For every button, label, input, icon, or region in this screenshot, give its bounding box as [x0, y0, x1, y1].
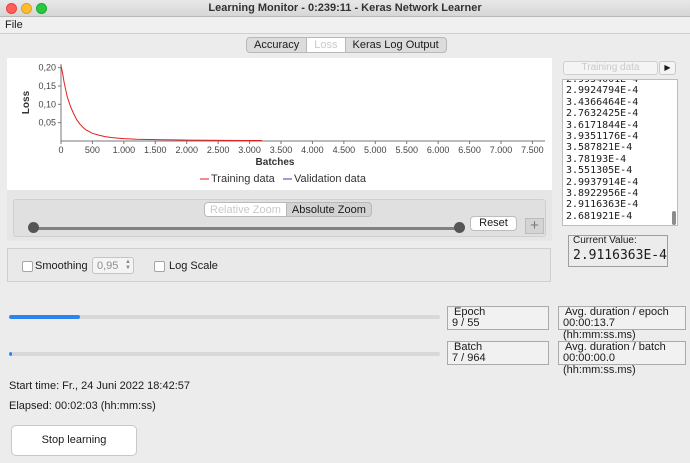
smoothing-value: 0,95 [97, 260, 119, 272]
value-log-list[interactable]: 2.9954001E-4 2.9924794E-4 3.4366464E-4 2.76… [562, 79, 678, 226]
zoom-area: Relative Zoom Absolute Zoom [7, 190, 552, 241]
smoothing-label: Smoothing [35, 260, 88, 272]
avg-batch-box: Avg. duration / batch 00:00:00.0 (hh:mm:… [558, 341, 686, 376]
title-bar: Learning Monitor - 0:239:11 - Keras Netw… [0, 0, 690, 17]
log-scale-label: Log Scale [169, 260, 218, 272]
smoothing-checkbox[interactable] [22, 261, 33, 272]
x-tick-label: 4.000 [301, 145, 324, 155]
x-tick-label: 5.000 [364, 145, 387, 155]
zoom-slider-track[interactable] [34, 227, 462, 230]
log-panel: Training data ▶ 2.9954001E-4 2.9924794E-4… [557, 58, 685, 282]
menu-bar: File [0, 17, 690, 34]
start-time: Start time: Fr., 24 Juni 2022 18:42:57 [9, 380, 190, 392]
log-line: 3.78193E-4 [566, 153, 627, 165]
current-value-label: Current Value: [573, 235, 637, 246]
tab-accuracy[interactable]: Accuracy [247, 38, 306, 52]
menu-file[interactable]: File [5, 19, 23, 31]
legend-label: Validation data [294, 173, 367, 185]
legend-label: Training data [211, 173, 276, 185]
window-title: Learning Monitor - 0:239:11 - Keras Netw… [208, 2, 482, 14]
tab-keras-log-output[interactable]: Keras Log Output [346, 38, 446, 52]
play-arrow-icon[interactable]: ▶ [659, 61, 676, 75]
log-line: 2.9116363E-4 [566, 199, 639, 211]
x-tick-label: 1.000 [113, 145, 136, 155]
log-line: 2.9937914E-4 [566, 176, 639, 188]
epoch-value: 9 / 55 [452, 317, 480, 329]
avg-batch-value: 00:00:00.0 (hh:mm:ss.ms) [563, 352, 636, 376]
y-tick-label: 0,15 [38, 81, 56, 91]
log-line: 3.4366464E-4 [566, 96, 639, 108]
series-line-0 [60, 65, 263, 141]
epoch-progress-fill [9, 315, 80, 319]
x-axis-label: Batches [256, 157, 295, 168]
x-tick-label: 500 [85, 145, 100, 155]
loss-chart-panel: 0,05 0,10 0,15 0,20 0 500 1.000 1.500 2.000 2.500… [7, 58, 552, 190]
y-tick-label: 0,20 [38, 63, 56, 73]
y-tick-label: 0,05 [38, 118, 56, 128]
log-line: 2.9924794E-4 [566, 85, 639, 97]
x-tick-label: 3.000 [238, 145, 261, 155]
log-line: 3.551305E-4 [566, 165, 633, 177]
avg-epoch-value: 00:00:13.7 (hh:mm:ss.ms) [563, 317, 636, 341]
batch-value: 7 / 964 [452, 352, 486, 364]
epoch-progress-bar [9, 315, 440, 319]
stop-learning-button[interactable]: Stop learning [11, 425, 137, 456]
options-panel: Smoothing Log Scale [7, 248, 551, 282]
batch-progress-bar [9, 352, 440, 356]
add-button[interactable]: + [525, 218, 544, 234]
log-line: 3.587821E-4 [566, 142, 633, 154]
x-tick-label: 6.000 [427, 145, 450, 155]
smoothing-spinner[interactable]: 0,95 ▲ ▼ [92, 257, 134, 274]
loss-chart: 0,05 0,10 0,15 0,20 0 500 1.000 1.500 2.000 2.500… [21, 63, 545, 185]
batch-box: Batch 7 / 964 [447, 341, 549, 365]
x-tick-label: 1.500 [144, 145, 167, 155]
log-scale-checkbox[interactable] [154, 261, 165, 272]
zoom-slider-left-handle[interactable] [28, 222, 39, 233]
spinner-arrows-icon[interactable]: ▲ ▼ [125, 259, 131, 271]
log-line: 3.9351176E-4 [566, 131, 639, 143]
log-scrollbar[interactable] [672, 211, 676, 225]
x-tick-label: 5.500 [395, 145, 418, 155]
log-line: 2.7632425E-4 [566, 108, 639, 120]
series-selector[interactable]: Training data [563, 61, 658, 75]
y-tick-label: 0,10 [38, 99, 56, 109]
elapsed-time: Elapsed: 00:02:03 (hh:mm:ss) [9, 400, 156, 412]
zoom-mode-toggle: Relative Zoom Absolute Zoom [204, 202, 372, 217]
avg-epoch-box: Avg. duration / epoch 00:00:13.7 (hh:mm:… [558, 306, 686, 341]
tab-loss[interactable]: Loss [306, 38, 346, 52]
x-tick-label: 3.500 [270, 145, 293, 155]
relative-zoom-button[interactable]: Relative Zoom [205, 203, 287, 216]
x-tick-label: 6.500 [458, 145, 481, 155]
batch-progress-fill [9, 352, 13, 356]
current-value-box: Current Value: 2.9116363E-4 [568, 235, 668, 267]
reset-button[interactable]: Reset [470, 216, 517, 231]
log-line: 3.6171844E-4 [566, 119, 639, 131]
tab-bar: Accuracy Loss Keras Log Output [246, 37, 447, 53]
log-line: 2.681921E-4 [566, 210, 633, 222]
absolute-zoom-button[interactable]: Absolute Zoom [287, 203, 371, 216]
x-tick-label: 0 [58, 145, 63, 155]
x-tick-label: 2.000 [175, 145, 198, 155]
epoch-box: Epoch 9 / 55 [447, 306, 549, 330]
current-value: 2.9116363E-4 [573, 248, 667, 263]
zoom-group: Relative Zoom Absolute Zoom [13, 199, 546, 237]
log-line: 3.8922956E-4 [566, 188, 639, 200]
x-tick-label: 4.500 [333, 145, 356, 155]
zoom-slider-right-handle[interactable] [454, 222, 465, 233]
x-tick-label: 7.500 [521, 145, 544, 155]
x-tick-label: 2.500 [207, 145, 230, 155]
x-tick-label: 7.000 [490, 145, 513, 155]
y-axis-label: Loss [21, 90, 32, 114]
